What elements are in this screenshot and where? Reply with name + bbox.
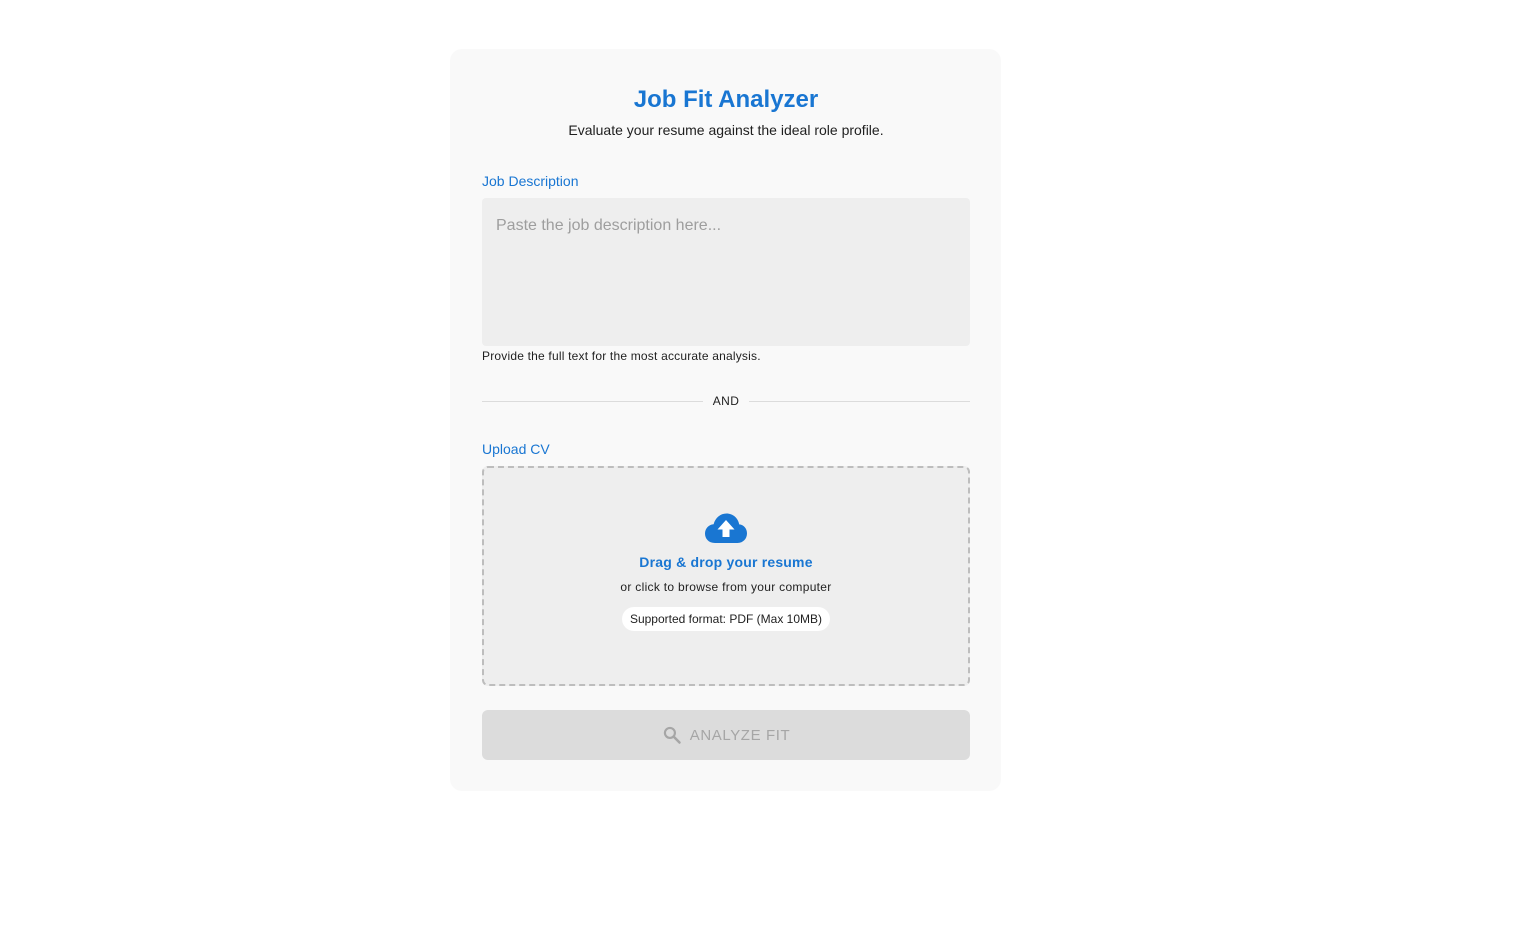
cv-dropzone[interactable]: Drag & drop your resume or click to brow…	[482, 466, 970, 686]
dropzone-subtitle: or click to browse from your computer	[620, 580, 832, 594]
analyze-fit-label: ANALYZE FIT	[689, 726, 791, 744]
supported-format-chip: Supported format: PDF (Max 10MB)	[621, 607, 831, 631]
cloud-upload-icon	[705, 513, 747, 543]
job-description-helper: Provide the full text for the most accur…	[482, 349, 761, 363]
dropzone-title: Drag & drop your resume	[639, 554, 813, 570]
divider-line-left	[482, 400, 703, 402]
job-description-label: Job Description	[482, 173, 579, 189]
divider-line-right	[749, 400, 971, 402]
job-description-input[interactable]	[482, 198, 970, 346]
page-subtitle: Evaluate your resume against the ideal r…	[568, 122, 884, 138]
page-title: Job Fit Analyzer	[633, 86, 819, 113]
job-fit-card: Job Fit Analyzer Evaluate your resume ag…	[450, 49, 1001, 791]
divider-text: AND	[712, 394, 740, 408]
analyze-fit-button[interactable]: ANALYZE FIT	[482, 710, 970, 760]
upload-cv-label: Upload CV	[482, 441, 550, 457]
and-divider: AND	[482, 394, 971, 408]
search-icon	[663, 726, 681, 744]
